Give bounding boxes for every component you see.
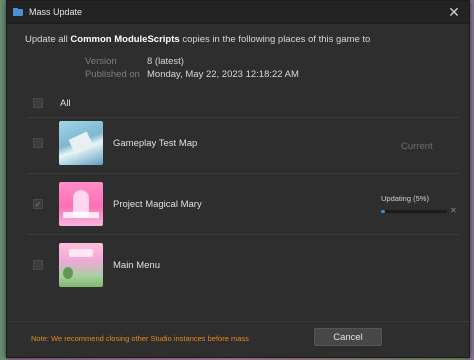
- update-description: Update all Common ModuleScripts copies i…: [25, 34, 370, 45]
- close-button[interactable]: ✕: [439, 1, 469, 23]
- description-suffix: copies in the following places of this g…: [179, 34, 371, 45]
- published-value: Monday, May 22, 2023 12:18:22 AM: [147, 69, 299, 80]
- place-thumbnail: [59, 182, 103, 226]
- divider: [27, 234, 459, 235]
- title-bar[interactable]: Mass Update ✕: [7, 1, 469, 24]
- divider: [27, 117, 459, 118]
- place-name: Main Menu: [113, 260, 160, 271]
- description-prefix: Update all: [25, 34, 71, 45]
- place-thumbnail: [59, 121, 103, 165]
- folder-icon: [13, 8, 23, 16]
- mass-update-dialog: Mass Update ✕ Update all Common ModuleSc…: [6, 0, 470, 358]
- warning-note: Note: We recommend closing other Studio …: [31, 334, 249, 343]
- footer-divider: [7, 321, 469, 322]
- package-name: Common ModuleScripts: [70, 34, 180, 45]
- place-checkbox-main-menu[interactable]: [33, 260, 43, 270]
- place-checkbox-project-magical-mary[interactable]: ✓: [33, 199, 43, 209]
- cancel-button[interactable]: Cancel: [314, 328, 382, 346]
- published-label: Published on: [85, 69, 140, 80]
- version-label: Version: [85, 56, 117, 67]
- window-title: Mass Update: [29, 7, 83, 17]
- place-checkbox-gameplay-test-map[interactable]: [33, 138, 43, 148]
- version-value: 8 (latest): [147, 56, 184, 67]
- update-progress-bar: [381, 210, 447, 213]
- update-status-label: Updating (5%): [381, 194, 429, 203]
- close-icon[interactable]: ✕: [450, 206, 457, 215]
- select-all-label: All: [60, 98, 71, 109]
- place-status-current: Current: [401, 141, 433, 152]
- select-all-checkbox[interactable]: [33, 98, 43, 108]
- divider: [27, 173, 459, 174]
- update-progress-fill: [381, 210, 385, 213]
- place-name: Gameplay Test Map: [113, 138, 198, 149]
- place-thumbnail: [59, 243, 103, 287]
- place-name: Project Magical Mary: [113, 199, 202, 210]
- checkmark-icon: ✓: [34, 199, 42, 209]
